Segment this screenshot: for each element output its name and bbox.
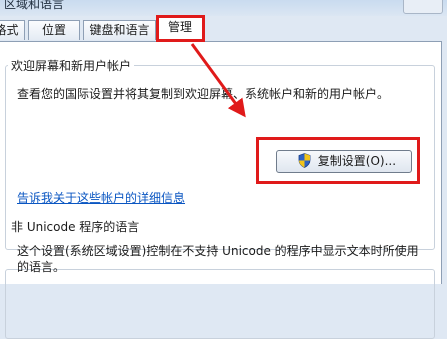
tab-keyboards-languages-label: 键盘和语言 bbox=[89, 23, 150, 37]
tab-keyboards-languages[interactable]: 键盘和语言 bbox=[83, 20, 156, 40]
window-close-button[interactable] bbox=[403, 0, 443, 14]
tab-strip: 格式 位置 键盘和语言 管理 bbox=[0, 16, 447, 42]
welcome-screen-description: 查看您的国际设置并将其复制到欢迎屏幕、系统帐户和新的用户帐户。 bbox=[17, 87, 390, 101]
window-titlebar: 区域和语言 bbox=[0, 0, 447, 16]
unicode-language-group-title: 非 Unicode 程序的语言 bbox=[8, 218, 143, 235]
tab-formats-label: 格式 bbox=[0, 23, 19, 37]
tab-highlight-box bbox=[156, 15, 205, 42]
tab-formats[interactable]: 格式 bbox=[0, 20, 25, 40]
welcome-screen-group-title: 欢迎屏幕和新用户帐户 bbox=[8, 57, 135, 74]
account-details-link[interactable]: 告诉我关于这些帐户的详细信息 bbox=[17, 189, 185, 206]
unicode-language-group bbox=[5, 269, 435, 339]
tab-location[interactable]: 位置 bbox=[28, 20, 80, 40]
button-highlight-box bbox=[256, 137, 420, 184]
tab-location-label: 位置 bbox=[41, 23, 66, 37]
window-title: 区域和语言 bbox=[4, 0, 65, 11]
unicode-language-description: 这个设置(系统区域设置)控制在不支持 Unicode 的程序中显示文本时所使用的… bbox=[17, 244, 419, 274]
